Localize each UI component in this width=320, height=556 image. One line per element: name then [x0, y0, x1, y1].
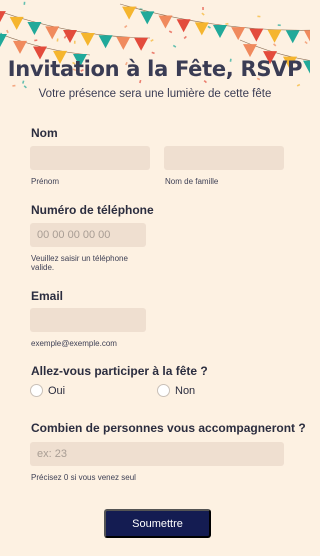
page-subtitle: Votre présence sera une lumière de cette… [38, 88, 272, 100]
guests-label: Combien de personnes vous accompagneront… [31, 421, 306, 435]
attend-no-radio[interactable] [157, 384, 170, 397]
phone-input[interactable]: 00 00 00 00 00 [30, 223, 146, 247]
email-input[interactable] [30, 308, 146, 332]
first-name-input[interactable] [30, 146, 150, 170]
guests-input[interactable]: ex: 23 [30, 442, 284, 466]
page-header: Invitation à la Fête, RSVP Votre présenc… [0, 57, 310, 100]
phone-placeholder: 00 00 00 00 00 [37, 229, 111, 241]
phone-help: Veuillez saisir un téléphone valide. [31, 254, 128, 272]
attend-label: Allez-vous participer à la fête ? [31, 364, 208, 378]
guests-placeholder: ex: 23 [37, 448, 67, 460]
name-label: Nom [31, 126, 58, 140]
phone-help-line1: Veuillez saisir un téléphone [31, 254, 128, 263]
last-name-input[interactable] [164, 146, 284, 170]
submit-button[interactable]: Soumettre [104, 509, 211, 538]
email-label: Email [31, 289, 64, 303]
last-name-help: Nom de famille [165, 177, 219, 186]
phone-label: Numéro de téléphone [31, 203, 154, 217]
first-name-help: Prénom [31, 177, 60, 186]
phone-help-line2: valide. [31, 263, 55, 272]
email-help: exemple@exemple.com [31, 339, 117, 348]
attend-yes-radio[interactable] [30, 384, 43, 397]
page-title: Invitation à la Fête, RSVP [7, 57, 303, 81]
attend-yes-label[interactable]: Oui [48, 385, 65, 397]
guests-help: Précisez 0 si vous venez seul [31, 473, 136, 482]
attend-no-label[interactable]: Non [175, 385, 195, 397]
